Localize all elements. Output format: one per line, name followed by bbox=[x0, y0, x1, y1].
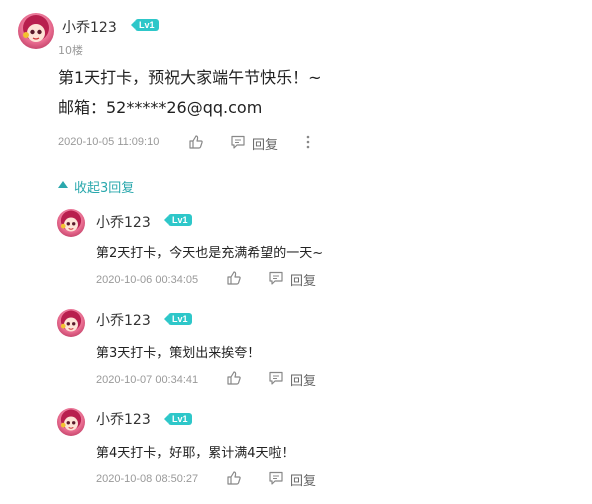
floor-number: 10楼 bbox=[58, 44, 83, 57]
avatar[interactable] bbox=[18, 13, 54, 49]
reply-icon[interactable] bbox=[230, 134, 246, 150]
username[interactable]: 小乔123 bbox=[96, 212, 151, 232]
timestamp: 2020-10-06 00:34:05 bbox=[96, 274, 199, 286]
reply-content: 第2天打卡，今天也是充满希望的一天~ bbox=[96, 246, 324, 261]
caret-up-icon bbox=[58, 181, 68, 188]
avatar[interactable] bbox=[57, 408, 85, 436]
avatar[interactable] bbox=[57, 309, 85, 337]
reply-button[interactable]: 回复 bbox=[252, 134, 278, 153]
reply-content: 第3天打卡，策划出来挨夸！ bbox=[96, 346, 261, 361]
reply-icon[interactable] bbox=[268, 270, 284, 286]
avatar[interactable] bbox=[57, 209, 85, 237]
reply-button[interactable]: 回复 bbox=[290, 370, 316, 389]
comment-content-line1: 第1天打卡，预祝大家端午节快乐！~ bbox=[58, 68, 322, 87]
thumbs-up-icon[interactable] bbox=[226, 370, 242, 386]
reply-content: 第4天打卡，好耶，累计满4天啦！ bbox=[96, 446, 295, 461]
more-vertical-icon[interactable] bbox=[300, 134, 316, 150]
username[interactable]: 小乔123 bbox=[96, 409, 151, 429]
collapse-replies-label: 收起3回复 bbox=[74, 181, 135, 196]
username[interactable]: 小乔123 bbox=[96, 310, 151, 330]
reply-button[interactable]: 回复 bbox=[290, 270, 316, 289]
username[interactable]: 小乔123 bbox=[62, 17, 117, 37]
timestamp: 2020-10-07 00:34:41 bbox=[96, 374, 199, 386]
timestamp: 2020-10-08 08:50:27 bbox=[96, 473, 199, 485]
level-badge: Lv1 bbox=[164, 214, 192, 226]
thumbs-up-icon[interactable] bbox=[188, 134, 204, 150]
thumbs-up-icon[interactable] bbox=[226, 470, 242, 486]
thumbs-up-icon[interactable] bbox=[226, 270, 242, 286]
timestamp: 2020-10-05 11:09:10 bbox=[58, 136, 160, 148]
reply-icon[interactable] bbox=[268, 370, 284, 386]
level-badge: Lv1 bbox=[164, 413, 192, 425]
comment-content-line2: 邮箱：52*****26@qq.com bbox=[58, 98, 263, 117]
reply-button[interactable]: 回复 bbox=[290, 470, 316, 489]
reply-icon[interactable] bbox=[268, 470, 284, 486]
level-badge: Lv1 bbox=[131, 19, 159, 31]
level-badge: Lv1 bbox=[164, 313, 192, 325]
